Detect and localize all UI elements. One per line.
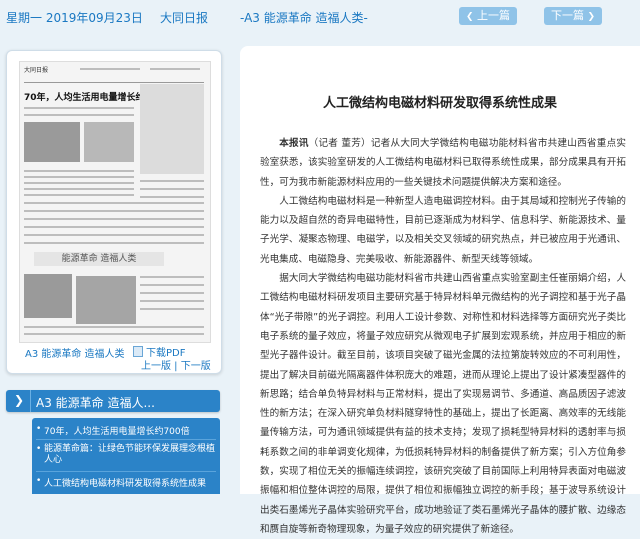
thumb-line bbox=[24, 107, 134, 109]
page-thumbnail[interactable]: 大同日报 70年，人均生活用电量增长约700倍 能源革命 造福人类 bbox=[19, 61, 211, 343]
thumb-photo bbox=[24, 274, 72, 318]
thumb-line bbox=[140, 196, 204, 198]
thumb-photo bbox=[24, 122, 80, 162]
thumb-line bbox=[80, 68, 140, 70]
bullet-icon: • bbox=[36, 476, 42, 486]
bullet-icon: • bbox=[36, 424, 42, 434]
article-list: • 70年，人均生活用电量增长约700倍 • 能源革命篇：让绿色节能环保发展理念… bbox=[32, 418, 220, 494]
thumb-line bbox=[24, 333, 204, 335]
article-paragraph: 本报讯（记者 董芳）记者从大同大学微结构电磁功能材料省市共建山西省重点实验室获悉… bbox=[260, 134, 626, 192]
list-item[interactable]: • 人工微结构电磁材料研发取得系统性成果 bbox=[32, 476, 220, 489]
thumb-line bbox=[24, 176, 134, 178]
thumb-line bbox=[24, 188, 134, 190]
thumb-line bbox=[24, 182, 134, 184]
pdf-icon bbox=[133, 346, 143, 357]
thumbnail-masthead: 大同日报 bbox=[24, 67, 49, 74]
thumb-line bbox=[24, 202, 204, 204]
thumb-line bbox=[24, 326, 204, 328]
top-bar: 星期一 2019年09月23日 大同日报 -A3 能源革命 造福人类- ❮ 上一… bbox=[0, 0, 640, 36]
list-divider bbox=[36, 439, 216, 440]
thumb-line bbox=[140, 308, 204, 310]
list-item-label: 70年，人均生活用电量增长约700倍 bbox=[44, 427, 190, 437]
page-nav: 上一版 | 下一版 bbox=[141, 361, 211, 372]
prev-page-link[interactable]: 上一版 bbox=[141, 361, 171, 372]
thumb-line bbox=[24, 226, 204, 228]
article-paragraph: 据大同大学微结构电磁功能材料省市共建山西省重点实验室副主任崔丽娟介绍，人工微结构… bbox=[260, 273, 626, 535]
list-item[interactable]: • 能源革命篇：让绿色节能环保发展理念根植人心 bbox=[32, 444, 220, 466]
thumb-line bbox=[24, 234, 204, 236]
lead-text: （记者 董芳）记者从大同大学微结构电磁功能材料省市共建山西省重点实验室获悉，该实… bbox=[260, 138, 626, 188]
list-divider bbox=[36, 471, 216, 472]
thumb-line bbox=[140, 188, 204, 190]
thumb-line bbox=[24, 114, 134, 116]
chevron-left-icon: ❮ bbox=[465, 12, 474, 22]
thumb-line bbox=[140, 292, 204, 294]
thumb-line bbox=[150, 68, 200, 70]
prev-article-label: 上一篇 bbox=[477, 9, 511, 22]
next-article-button[interactable]: 下一篇 ❯ bbox=[544, 7, 602, 25]
lead-label: 本报讯 bbox=[279, 138, 309, 149]
chevron-right-icon: ❯ bbox=[14, 393, 25, 407]
issue-date: 星期一 2019年09月23日 bbox=[6, 11, 143, 25]
next-page-link[interactable]: 下一版 bbox=[181, 361, 211, 372]
thumb-rule bbox=[24, 82, 204, 83]
bullet-icon: • bbox=[36, 444, 42, 454]
thumb-line bbox=[24, 210, 204, 212]
thumb-line bbox=[24, 218, 204, 220]
thumb-line bbox=[140, 284, 204, 286]
thumbnail-section-band: 能源革命 造福人类 bbox=[34, 252, 164, 266]
section-title: A3 能源革命 造福人... bbox=[36, 396, 155, 410]
chevron-right-icon: ❯ bbox=[587, 12, 596, 22]
section-header[interactable]: ❯ A3 能源革命 造福人... bbox=[6, 390, 220, 412]
thumb-line bbox=[24, 242, 204, 244]
thumb-column bbox=[140, 84, 204, 174]
list-item-label: 能源革命篇：让绿色节能环保发展理念根植人心 bbox=[44, 444, 216, 465]
article-paragraph: 人工微结构电磁材料是一种新型人造电磁调控材料。由于其局域和控制光子传输的能力以及… bbox=[260, 195, 626, 265]
page-label-link[interactable]: A3 能源革命 造福人类 bbox=[25, 345, 125, 360]
thumb-line bbox=[140, 180, 204, 182]
article-body: 本报讯（记者 董芳）记者从大同大学微结构电磁功能材料省市共建山西省重点实验室获悉… bbox=[260, 134, 626, 539]
next-article-label: 下一篇 bbox=[550, 9, 584, 22]
thumb-line bbox=[24, 170, 134, 172]
page-name: -A3 能源革命 造福人类- bbox=[240, 11, 368, 25]
article-panel: 人工微结构电磁材料研发取得系统性成果 本报讯（记者 董芳）记者从大同大学微结构电… bbox=[240, 46, 640, 535]
section-divider bbox=[30, 390, 31, 412]
thumb-photo bbox=[84, 122, 134, 162]
page-preview-card: 大同日报 70年，人均生活用电量增长约700倍 能源革命 造福人类 A3 能源革… bbox=[6, 50, 222, 374]
paper-name[interactable]: 大同日报 bbox=[160, 9, 208, 26]
thumb-line bbox=[24, 194, 134, 196]
list-item-label: 人工微结构电磁材料研发取得系统性成果 bbox=[44, 479, 207, 489]
article-title: 人工微结构电磁材料研发取得系统性成果 bbox=[322, 96, 557, 111]
thumb-line bbox=[140, 276, 204, 278]
prev-article-button[interactable]: ❮ 上一篇 bbox=[459, 7, 517, 25]
thumb-line bbox=[140, 300, 204, 302]
thumb-photo bbox=[76, 276, 136, 324]
list-item[interactable]: • 70年，人均生活用电量增长约700倍 bbox=[32, 424, 220, 437]
